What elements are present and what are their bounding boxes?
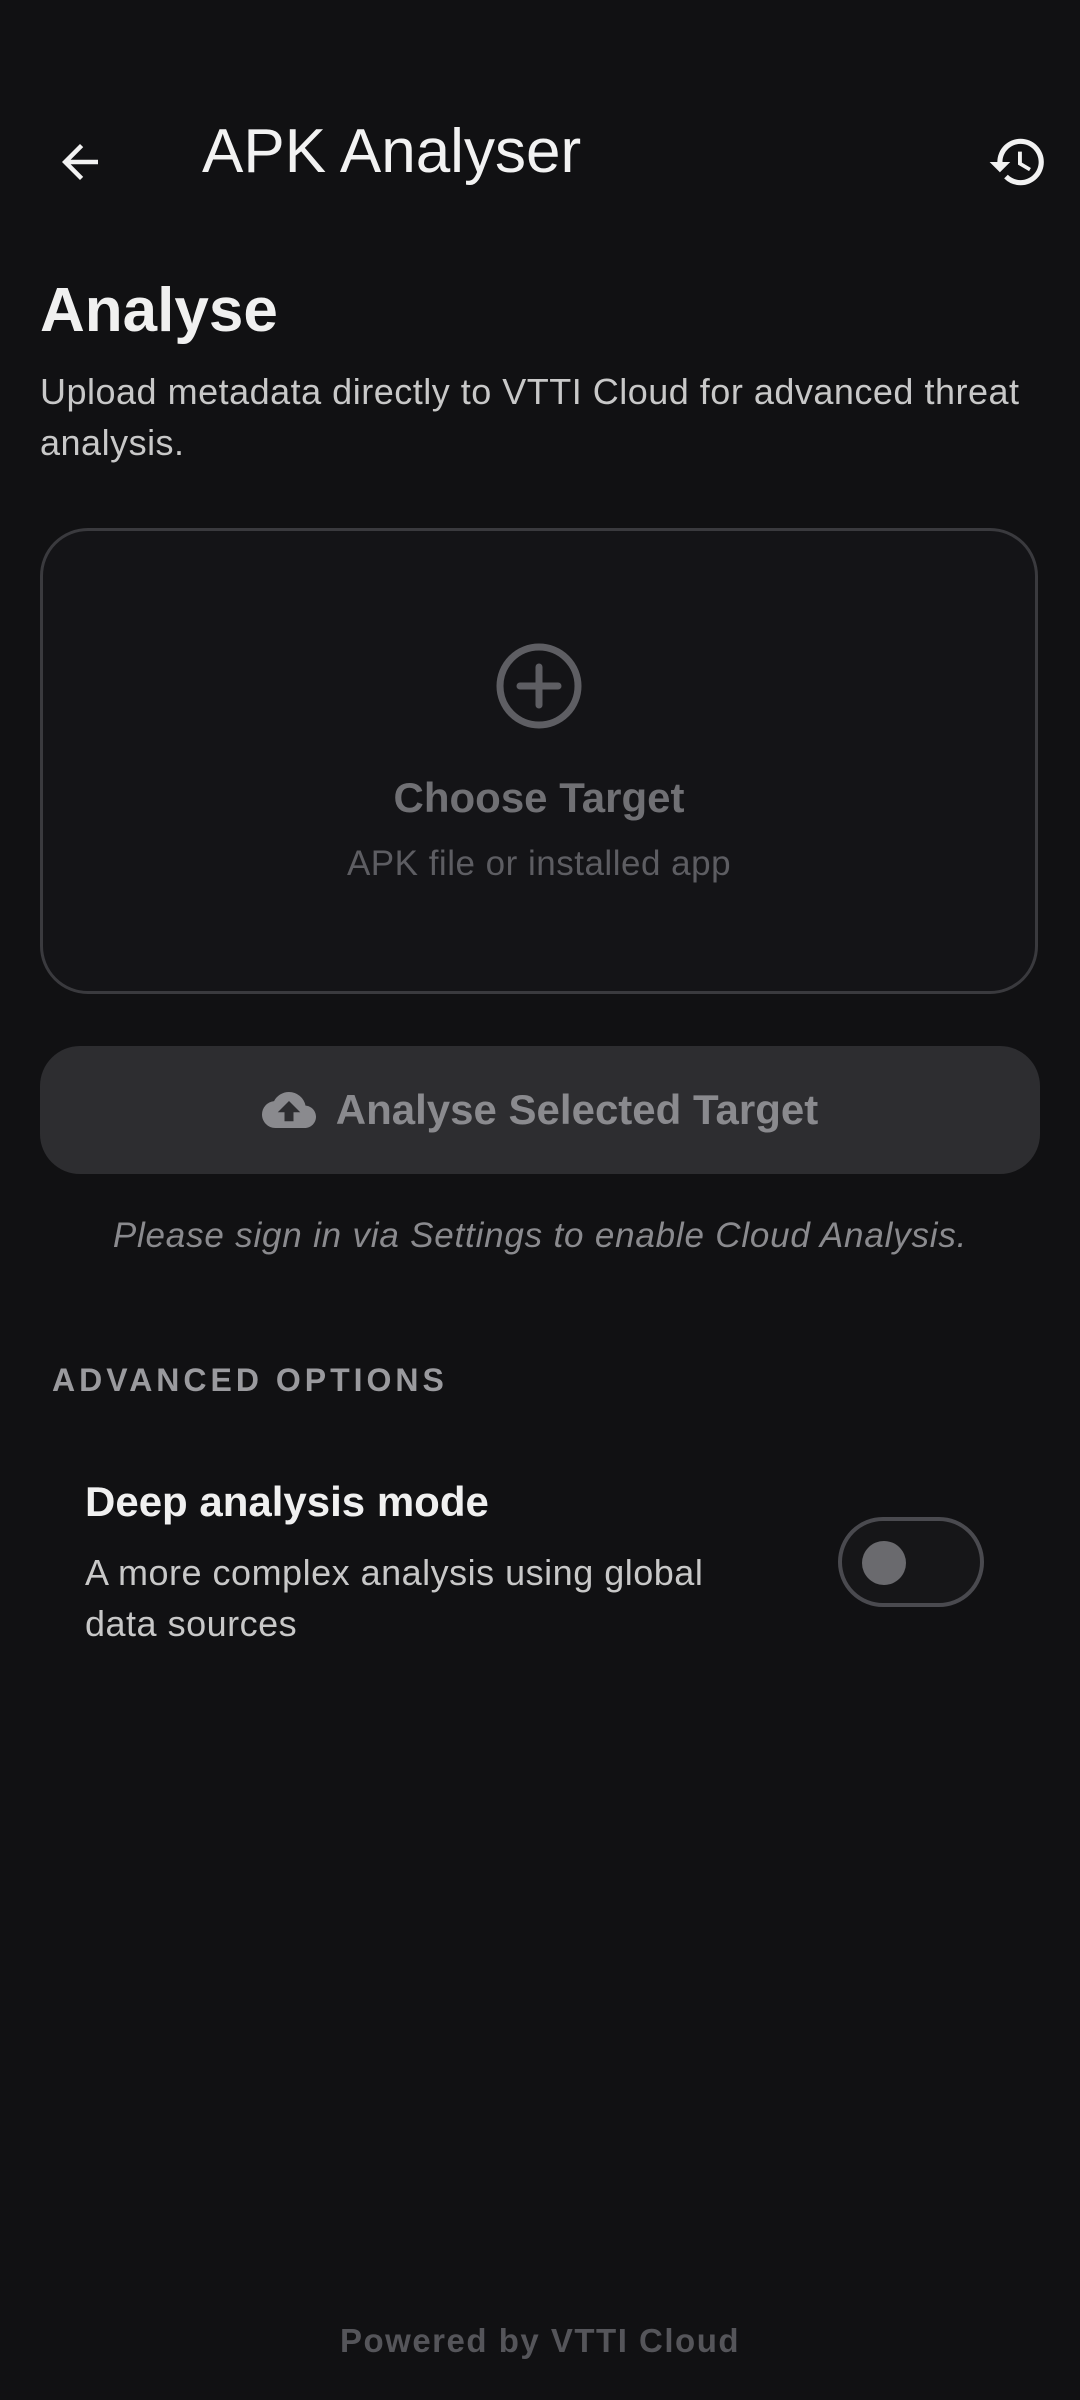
section-description: Upload metadata directly to VTTI Cloud f… (40, 371, 1020, 463)
app-bar: APK Analyser (0, 90, 1080, 218)
section-title: Analyse (40, 276, 278, 345)
history-button[interactable] (976, 120, 1060, 204)
signin-note: Please sign in via Settings to enable Cl… (112, 1216, 968, 1255)
analyse-selected-target-button[interactable]: Analyse Selected Target (40, 1046, 1040, 1174)
history-icon (989, 138, 1044, 186)
app-title: APK Analyser (202, 117, 582, 186)
analyse-button-label: Analyse Selected Target (335, 1086, 819, 1133)
card-title: Choose Target (393, 774, 685, 821)
arrow-left-icon (62, 144, 98, 180)
option-description: A more complex analysis using global dat… (85, 1552, 704, 1644)
footer-text: Powered by VTTI Cloud (339, 2322, 741, 2359)
deep-analysis-toggle[interactable] (838, 1517, 984, 1607)
card-subtitle: APK file or installed app (346, 844, 732, 883)
cloud-upload-icon (261, 1092, 316, 1128)
back-button[interactable] (38, 120, 122, 204)
advanced-options-header: ADVANCED OPTIONS (52, 1362, 448, 1398)
option-title: Deep analysis mode (85, 1478, 489, 1525)
choose-target-card[interactable]: Choose Target APK file or installed app (40, 528, 1038, 994)
plus-circle-icon (496, 643, 582, 729)
toggle-thumb (862, 1541, 906, 1585)
